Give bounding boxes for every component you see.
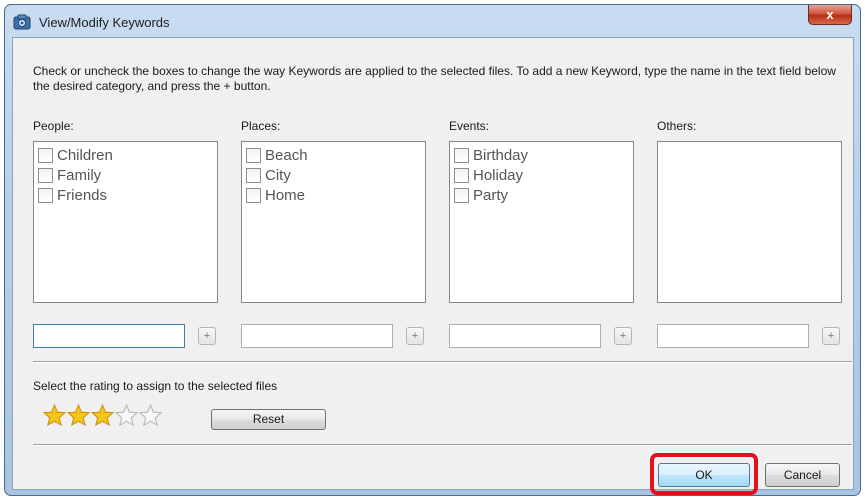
keyword-item[interactable]: Holiday	[454, 165, 523, 185]
keyword-list-events[interactable]: Birthday Holiday Party	[449, 141, 634, 303]
checkbox[interactable]	[246, 147, 261, 163]
keyword-item[interactable]: Home	[246, 185, 305, 205]
keyword-list-people[interactable]: Children Family Friends	[33, 141, 218, 303]
star-rating[interactable]	[43, 404, 163, 426]
new-keyword-input-events[interactable]	[449, 324, 601, 348]
checkbox[interactable]	[246, 187, 261, 203]
category-label-people: People:	[33, 119, 74, 133]
title-bar[interactable]: View/Modify Keywords x	[5, 5, 860, 39]
star-filled-icon[interactable]	[91, 404, 114, 426]
checkbox[interactable]	[38, 187, 53, 203]
add-keyword-button-people[interactable]: +	[198, 327, 216, 345]
star-empty-icon[interactable]	[115, 404, 138, 426]
category-label-events: Events:	[449, 119, 490, 133]
add-keyword-button-events[interactable]: +	[614, 327, 632, 345]
checkbox[interactable]	[454, 167, 469, 183]
keyword-item[interactable]: Beach	[246, 145, 308, 165]
category-label-others: Others:	[657, 119, 697, 133]
add-keyword-button-places[interactable]: +	[406, 327, 424, 345]
window-title: View/Modify Keywords	[39, 15, 170, 30]
star-filled-icon[interactable]	[43, 404, 66, 426]
new-keyword-input-people[interactable]	[33, 324, 185, 348]
new-keyword-input-places[interactable]	[241, 324, 393, 348]
rating-label: Select the rating to assign to the selec…	[33, 379, 278, 393]
close-button[interactable]: x	[808, 5, 852, 25]
star-empty-icon[interactable]	[139, 404, 162, 426]
keyword-item[interactable]: Friends	[38, 185, 107, 205]
category-label-places: Places:	[241, 119, 281, 133]
keyword-item[interactable]: City	[246, 165, 291, 185]
dialog-content: Check or uncheck the boxes to change the…	[12, 37, 854, 495]
reset-button[interactable]: Reset	[211, 409, 326, 430]
keyword-item[interactable]: Party	[454, 185, 508, 205]
add-keyword-button-others[interactable]: +	[822, 327, 840, 345]
instructions-text: Check or uncheck the boxes to change the…	[33, 64, 836, 93]
keyword-list-others[interactable]	[657, 141, 842, 303]
separator	[33, 361, 852, 363]
keyword-item[interactable]: Family	[38, 165, 101, 185]
ok-button[interactable]: OK	[658, 463, 750, 487]
checkbox[interactable]	[454, 187, 469, 203]
dialog-window: View/Modify Keywords x Check or uncheck …	[4, 4, 861, 496]
keyword-item[interactable]: Children	[38, 145, 113, 165]
keyword-list-places[interactable]: Beach City Home	[241, 141, 426, 303]
checkbox[interactable]	[454, 147, 469, 163]
separator	[33, 444, 852, 446]
checkbox[interactable]	[38, 167, 53, 183]
checkbox[interactable]	[38, 147, 53, 163]
star-filled-icon[interactable]	[67, 404, 90, 426]
new-keyword-input-others[interactable]	[657, 324, 809, 348]
checkbox[interactable]	[246, 167, 261, 183]
cancel-button[interactable]: Cancel	[765, 463, 840, 487]
keyword-item[interactable]: Birthday	[454, 145, 528, 165]
photo-app-icon	[13, 14, 31, 30]
